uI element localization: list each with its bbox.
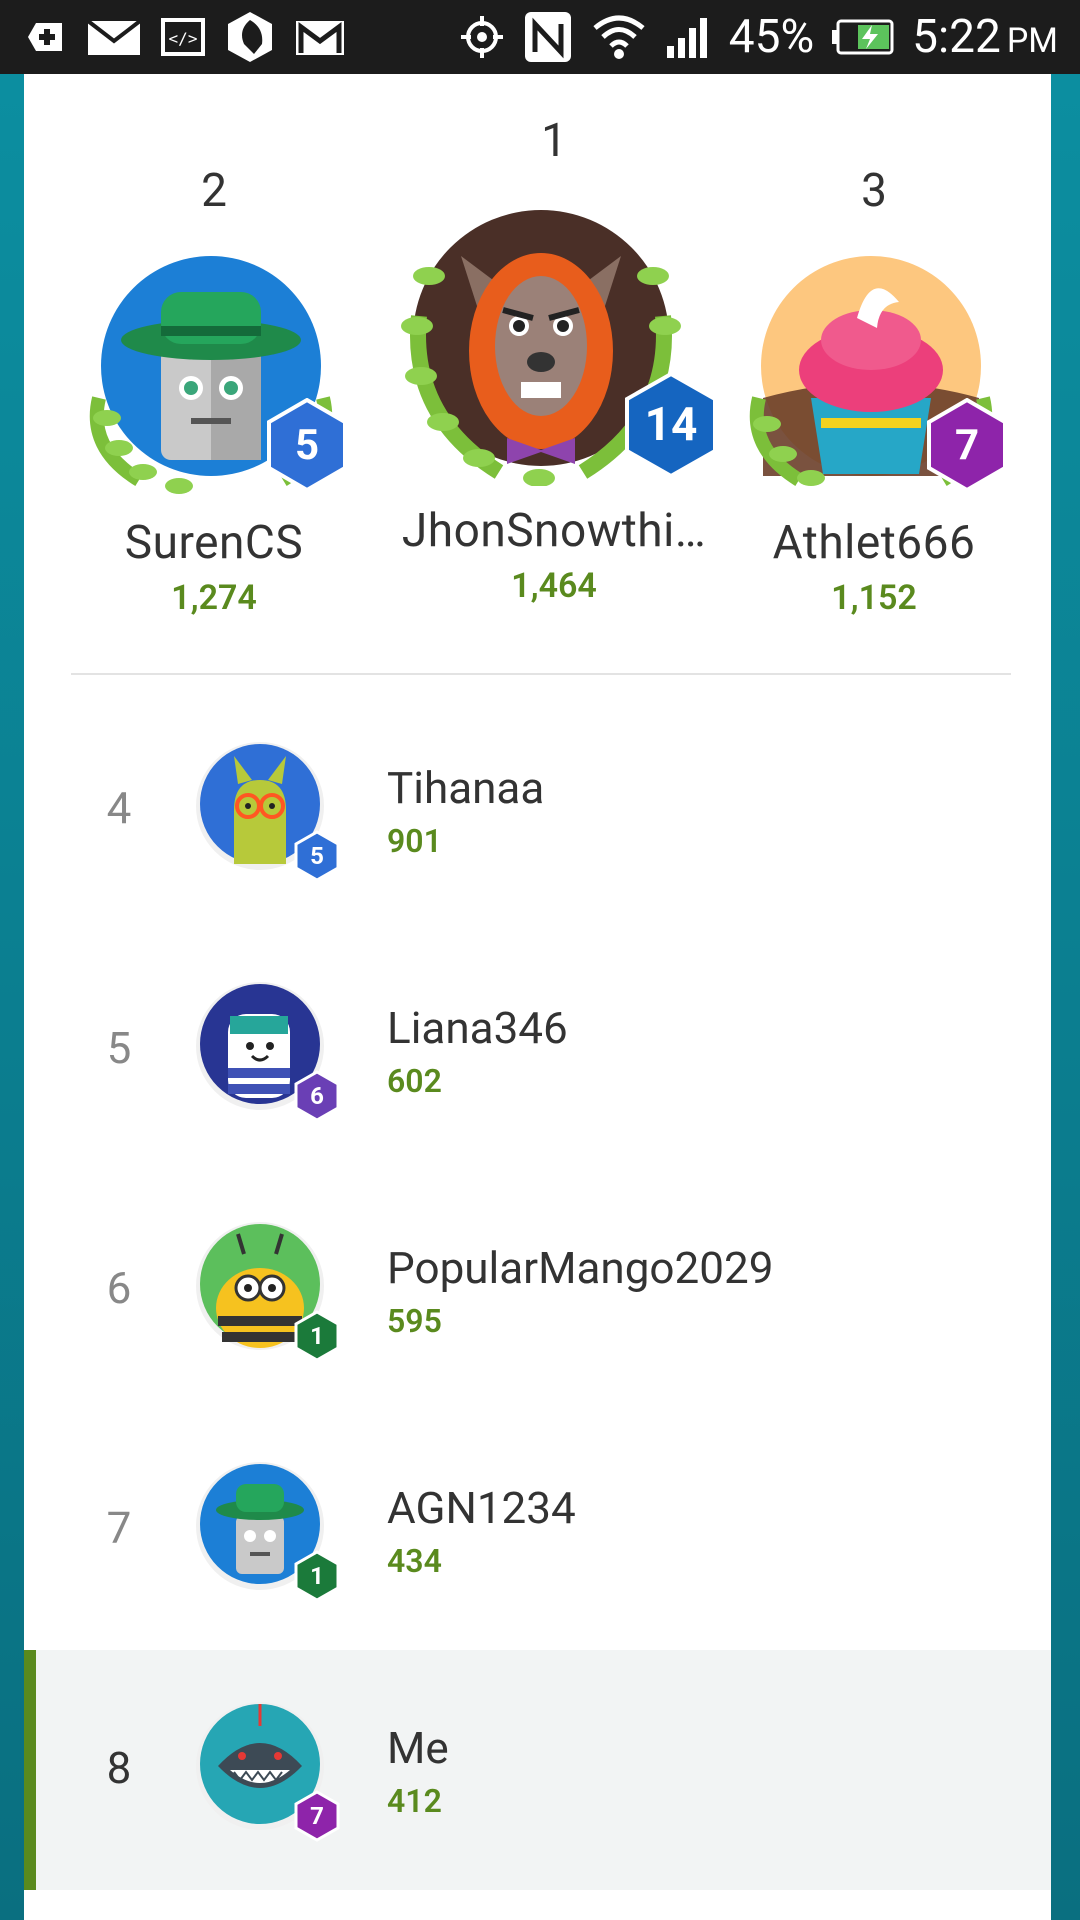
podium-rank: 2 [201, 164, 227, 218]
podium-rank: 3 [861, 164, 887, 218]
leaderboard-row[interactable]: 5 6 Liana346 602 [24, 930, 1051, 1170]
podium-third[interactable]: 3 7 Athlet666 1,152 [724, 164, 1024, 618]
gmail-icon [294, 17, 346, 57]
row-score: 901 [387, 822, 442, 860]
podium-score: 1,274 [171, 578, 257, 618]
code-icon: </> [160, 17, 206, 57]
status-icons-left: </> [22, 10, 346, 64]
row-rank: 4 [106, 782, 132, 834]
leaderboard-row[interactable]: 7 1 AGN1234 434 [24, 1410, 1051, 1650]
avatar: 1 [194, 1460, 340, 1602]
wifi-icon [591, 14, 647, 60]
right-frame [1051, 74, 1080, 1920]
level-badge: 14 [623, 372, 719, 478]
leaderboard-row[interactable]: 4 5 Tihanaa 901 [24, 690, 1051, 930]
status-icons-right: 45% 5:22 PM [459, 0, 1058, 74]
avatar: 14 [389, 186, 719, 487]
row-name: Liana346 [387, 1002, 568, 1054]
leaderboard-row-me[interactable]: 8 7 Me 412 [24, 1650, 1051, 1890]
podium-name: SurenCS [124, 516, 304, 570]
divider [71, 673, 1011, 675]
status-bar: </> 45% 5:22 PM [0, 0, 1080, 74]
add-box-icon [22, 17, 68, 57]
avatar: 1 [194, 1220, 340, 1362]
row-name: Me [387, 1722, 449, 1774]
podium-score: 1,152 [831, 578, 917, 618]
podium-second[interactable]: 2 5 SurenCS 1,274 [64, 164, 364, 618]
level-badge: 7 [294, 1790, 340, 1842]
podium-score: 1,464 [511, 566, 597, 606]
mail-icon [86, 17, 142, 57]
left-frame [0, 74, 24, 1920]
clock: 5:22 PM [912, 10, 1058, 64]
row-rank: 6 [106, 1262, 132, 1314]
row-name: AGN1234 [387, 1482, 576, 1534]
avatar: 7 [739, 248, 1009, 498]
row-score: 434 [387, 1542, 442, 1580]
avatar: 5 [79, 248, 349, 498]
nfc-icon [523, 10, 573, 64]
podium-name: Athlet666 [772, 516, 976, 570]
battery-percent: 45% [728, 10, 815, 64]
avatar: 7 [194, 1700, 340, 1842]
row-score: 595 [387, 1302, 442, 1340]
leaderboard-row[interactable]: 6 1 PopularMango2029 595 [24, 1170, 1051, 1410]
svg-text:</>: </> [169, 29, 198, 48]
row-name: Tihanaa [387, 762, 545, 814]
signal-icon [665, 14, 711, 60]
level-badge: 7 [925, 398, 1009, 492]
settings-face-icon [224, 10, 276, 64]
level-badge: 1 [294, 1310, 340, 1362]
level-badge: 6 [294, 1070, 340, 1122]
level-badge: 1 [294, 1550, 340, 1602]
podium-name: JhonSnowthi… [401, 504, 707, 558]
current-user-accent [24, 1650, 36, 1890]
avatar: 6 [194, 980, 340, 1122]
level-badge: 5 [265, 398, 349, 492]
row-rank: 5 [106, 1022, 132, 1074]
row-rank: 7 [106, 1502, 132, 1554]
podium-first[interactable]: 1 14 JhonSnowthi… 1,464 [389, 114, 719, 606]
row-name: PopularMango2029 [387, 1242, 774, 1294]
level-badge: 5 [294, 830, 340, 882]
battery-charging-icon [832, 19, 894, 55]
row-rank: 8 [106, 1742, 132, 1794]
avatar: 5 [194, 740, 340, 882]
row-score: 412 [387, 1782, 442, 1820]
podium-rank: 1 [541, 114, 567, 168]
row-score: 602 [387, 1062, 442, 1100]
gps-icon [459, 14, 505, 60]
